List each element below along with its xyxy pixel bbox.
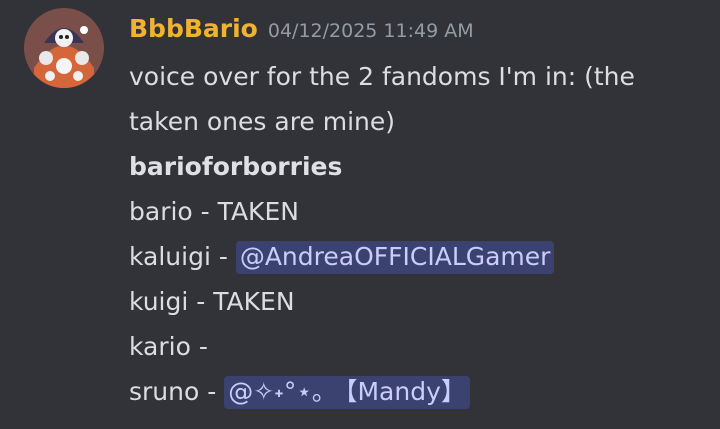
message-heading: barioforborries: [129, 152, 343, 181]
entry-text: kaluigi -: [129, 242, 236, 271]
message-header: BbbBario 04/12/2025 11:49 AM: [129, 14, 474, 43]
username[interactable]: BbbBario: [129, 14, 258, 43]
user-mention[interactable]: @AndreaOFFICIALGamer: [235, 241, 555, 274]
user-mention[interactable]: @✧˖°⋆｡ 【Mandy】: [224, 376, 470, 409]
chat-message: BbbBario 04/12/2025 11:49 AM voice over f…: [0, 0, 720, 429]
message-text-line: voice over for the 2 fandoms I'm in: (th…: [129, 62, 635, 91]
entry-text: kario -: [129, 332, 208, 361]
list-item: kario -: [129, 324, 208, 369]
message-text-line: taken ones are mine): [129, 107, 396, 136]
entry-text: kuigi - TAKEN: [129, 287, 295, 316]
entry-text: bario - TAKEN: [129, 197, 299, 226]
avatar-image: [24, 8, 104, 88]
list-item: bario - TAKEN: [129, 189, 299, 234]
timestamp[interactable]: 04/12/2025 11:49 AM: [268, 20, 474, 42]
list-item: sruno - @✧˖°⋆｡ 【Mandy】: [129, 369, 470, 414]
list-item: kuigi - TAKEN: [129, 279, 295, 324]
entry-text: sruno -: [129, 377, 225, 406]
list-item: kaluigi - @AndreaOFFICIALGamer: [129, 234, 555, 279]
user-avatar[interactable]: [24, 8, 104, 88]
